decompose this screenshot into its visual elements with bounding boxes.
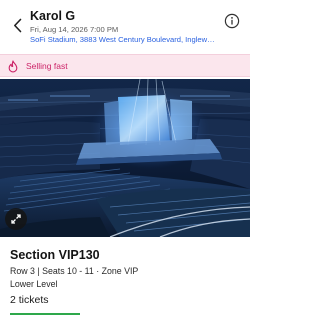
expand-image-button[interactable] — [5, 208, 27, 230]
row-seat-info: Row 3 | Seats 10 - 11 · Zone VIP — [10, 266, 139, 276]
expand-icon — [11, 214, 21, 224]
venue-link[interactable]: SoFi Stadium, 3883 West Century Boulevar… — [30, 35, 218, 44]
chevron-left-icon — [13, 18, 21, 32]
selling-fast-banner: Selling fast — [0, 54, 250, 77]
level-label: Lower Level — [10, 279, 58, 289]
back-button[interactable] — [10, 14, 24, 36]
alert-text: Selling fast — [26, 61, 68, 71]
seat-view-image[interactable] — [0, 79, 250, 237]
stadium-view-illustration — [0, 79, 250, 237]
ticket-quantity: 2 tickets — [10, 294, 49, 306]
info-button[interactable] — [224, 13, 240, 29]
event-header: Karol G Fri, Aug 14, 2026 7:00 PM SoFi S… — [0, 0, 250, 50]
event-date: Fri, Aug 14, 2026 7:00 PM — [30, 25, 119, 34]
flame-icon — [8, 60, 18, 73]
info-icon — [224, 13, 240, 29]
event-title: Karol G — [30, 9, 76, 23]
section-title: Section VIP130 — [10, 248, 100, 262]
